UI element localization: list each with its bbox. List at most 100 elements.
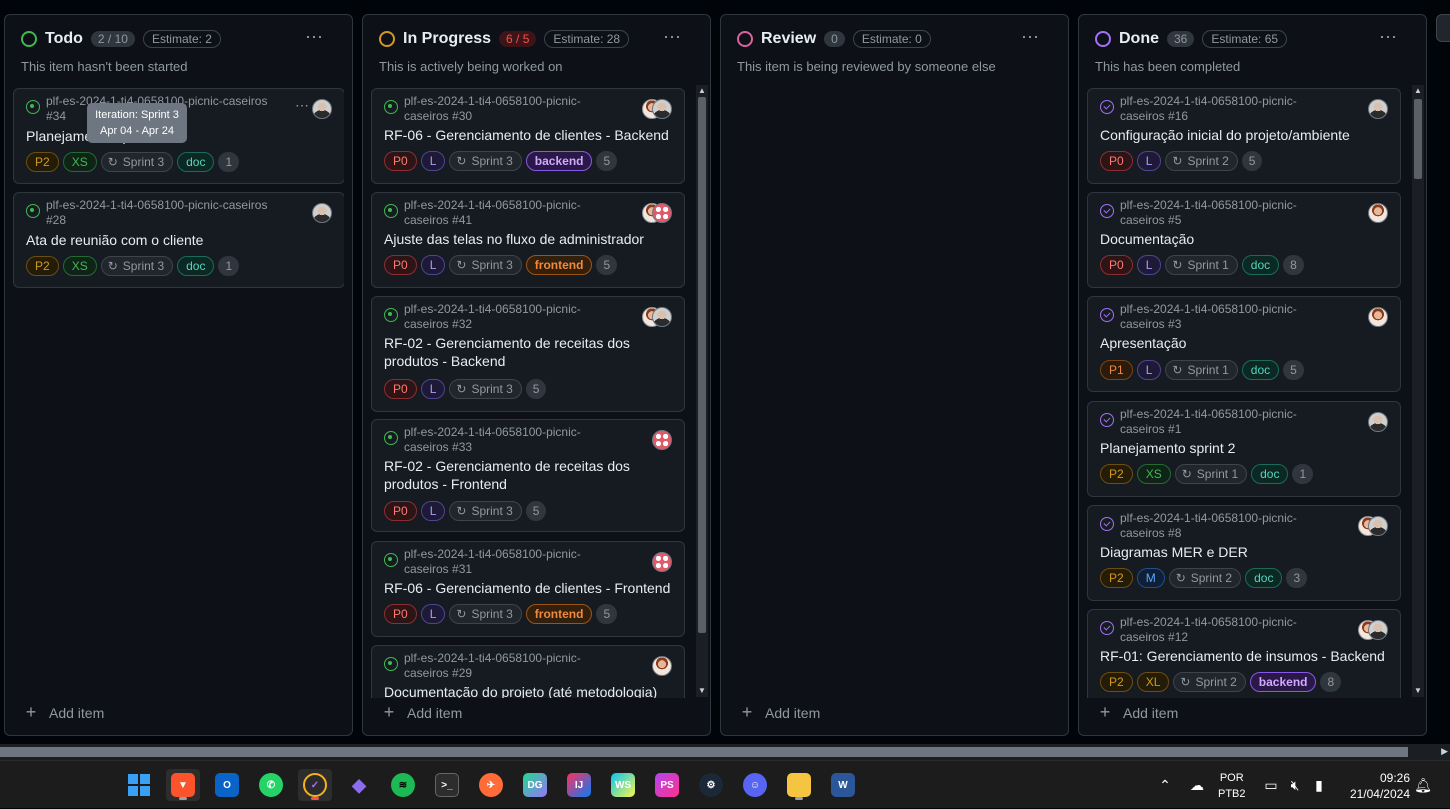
sprint-tag[interactable]: Sprint 1 <box>1165 255 1238 275</box>
cloud-icon[interactable]: ☁ <box>1188 777 1206 794</box>
scrollbar-thumb[interactable] <box>0 747 1408 757</box>
card-title[interactable]: Apresentação <box>1100 334 1400 352</box>
card-31[interactable]: plf-es-2024-1-ti4-0658100-picnic-caseiro… <box>371 541 685 637</box>
card-title[interactable]: Ajuste das telas no fluxo de administrad… <box>384 230 684 248</box>
taskbar-word[interactable]: W <box>826 769 860 801</box>
assignee-avatar[interactable] <box>652 99 672 119</box>
scroll-right-icon[interactable]: ▶ <box>1441 746 1448 757</box>
taskbar-webstorm[interactable]: WS <box>606 769 640 801</box>
sprint-tag[interactable]: Sprint 3 <box>100 256 174 276</box>
column-menu-button[interactable]: ⋯ <box>1021 27 1040 48</box>
add-item-button[interactable]: + Add item <box>739 702 821 723</box>
add-item-button[interactable]: + Add item <box>1097 702 1179 723</box>
scroll-up-icon[interactable]: ▲ <box>1413 86 1423 96</box>
taskbar-phpstorm[interactable]: PS <box>650 769 684 801</box>
sprint-tag[interactable]: Sprint 2 <box>1173 672 1246 692</box>
card-menu-button[interactable]: ⋯ <box>295 97 310 114</box>
taskbar-obsidian[interactable]: ◆ <box>342 769 376 801</box>
taskbar-steam[interactable]: ⚙ <box>694 769 728 801</box>
scroll-down-icon[interactable]: ▼ <box>1413 686 1423 696</box>
card-32[interactable]: plf-es-2024-1-ti4-0658100-picnic-caseiro… <box>371 296 685 412</box>
assignee-avatar[interactable] <box>1368 99 1388 119</box>
status-icons[interactable]: ▭ 🔇︎ ▮ <box>1262 761 1328 809</box>
input-language[interactable]: POR PTB2 <box>1218 770 1246 802</box>
clock[interactable]: 09:26 21/04/2024 <box>1350 770 1410 802</box>
taskbar-spotify[interactable]: ≋ <box>386 769 420 801</box>
taskbar-datagrip[interactable]: DG <box>518 769 552 801</box>
card-title[interactable]: Documentação <box>1100 230 1400 248</box>
card-16[interactable]: plf-es-2024-1-ti4-0658100-picnic-caseiro… <box>1087 88 1401 184</box>
assignee-avatar[interactable] <box>1368 307 1388 327</box>
add-item-button[interactable]: + Add item <box>23 702 105 723</box>
card-title[interactable]: RF-01: Gerenciamento de insumos - Backen… <box>1100 647 1400 665</box>
sprint-tag[interactable]: Sprint 1 <box>1165 360 1238 380</box>
sprint-tag[interactable]: Sprint 1 <box>1174 464 1248 484</box>
sprint-tag[interactable]: Sprint 2 <box>1165 151 1238 171</box>
add-item-button[interactable]: + Add item <box>381 702 463 723</box>
card-title[interactable]: Diagramas MER e DER <box>1100 543 1400 561</box>
sprint-tag[interactable]: Sprint 3 <box>100 152 174 172</box>
sprint-tag[interactable]: Sprint 2 <box>1168 568 1242 588</box>
column-scrollbar[interactable]: ▲ ▼ <box>696 85 708 697</box>
assignee-avatar[interactable] <box>1368 620 1388 640</box>
scroll-down-icon[interactable]: ▼ <box>697 686 707 696</box>
assignee-avatar[interactable] <box>1368 516 1388 536</box>
assignee-avatar[interactable] <box>652 656 672 676</box>
card-title[interactable]: RF-06 - Gerenciamento de clientes - Fron… <box>384 579 684 597</box>
card-29[interactable]: plf-es-2024-1-ti4-0658100-picnic-caseiro… <box>371 645 685 698</box>
card-title[interactable]: RF-06 - Gerenciamento de clientes - Back… <box>384 126 684 144</box>
chevron-up-icon[interactable]: ⌃ <box>1156 777 1174 794</box>
sprint-tag[interactable]: Sprint 3 <box>449 255 522 275</box>
next-column-button[interactable] <box>1436 14 1450 42</box>
taskbar-file-explorer[interactable] <box>782 769 816 801</box>
assignee-avatar[interactable] <box>652 552 672 572</box>
scrollbar-thumb[interactable] <box>698 97 706 633</box>
card-33[interactable]: plf-es-2024-1-ti4-0658100-picnic-caseiro… <box>371 419 685 532</box>
card-3[interactable]: plf-es-2024-1-ti4-0658100-picnic-caseiro… <box>1087 296 1401 392</box>
scrollbar-thumb[interactable] <box>1414 99 1422 179</box>
card-30[interactable]: plf-es-2024-1-ti4-0658100-picnic-caseiro… <box>371 88 685 184</box>
column-scrollbar[interactable]: ▲ ▼ <box>1412 85 1424 697</box>
card-fields: P2 XS Sprint 1 doc 1 <box>1100 464 1314 484</box>
card-8[interactable]: plf-es-2024-1-ti4-0658100-picnic-caseiro… <box>1087 505 1401 601</box>
sprint-tag[interactable]: Sprint 3 <box>449 501 522 521</box>
assignee-avatar[interactable] <box>312 203 332 223</box>
column-menu-button[interactable]: ⋯ <box>663 27 682 48</box>
card-title[interactable]: Configuração inicial do projeto/ambiente <box>1100 126 1400 144</box>
add-item-label: Add item <box>1123 704 1179 721</box>
scroll-up-icon[interactable]: ▲ <box>697 86 707 96</box>
sprint-tag[interactable]: Sprint 3 <box>449 379 522 399</box>
column-menu-button[interactable]: ⋯ <box>1379 27 1398 48</box>
assignee-avatar[interactable] <box>1368 412 1388 432</box>
card-title[interactable]: RF-02 - Gerenciamento de receitas dos pr… <box>384 457 664 493</box>
taskbar-discord[interactable]: ☺ <box>738 769 772 801</box>
taskbar-todo[interactable]: ✓ <box>298 769 332 801</box>
taskbar-brave[interactable]: ▼ <box>166 769 200 801</box>
card-28[interactable]: plf-es-2024-1-ti4-0658100-picnic-caseiro… <box>13 192 344 288</box>
sprint-tag[interactable]: Sprint 3 <box>449 151 522 171</box>
assignee-avatar[interactable] <box>652 203 672 223</box>
assignee-avatar[interactable] <box>652 307 672 327</box>
card-12[interactable]: plf-es-2024-1-ti4-0658100-picnic-caseiro… <box>1087 609 1401 698</box>
card-title[interactable]: RF-02 - Gerenciamento de receitas dos pr… <box>384 334 664 370</box>
taskbar-postman[interactable]: ✈ <box>474 769 508 801</box>
start-button[interactable] <box>122 769 156 801</box>
sprint-tag[interactable]: Sprint 3 <box>449 604 522 624</box>
taskbar-terminal[interactable]: >_ <box>430 769 464 801</box>
card-title[interactable]: Ata de reunião com o cliente <box>26 231 326 249</box>
taskbar-outlook[interactable]: O <box>210 769 244 801</box>
card-title[interactable]: Planejamento sprint 2 <box>1100 439 1400 457</box>
card-5[interactable]: plf-es-2024-1-ti4-0658100-picnic-caseiro… <box>1087 192 1401 288</box>
card-title[interactable]: Documentação do projeto (até metodologia… <box>384 683 684 698</box>
assignee-avatar[interactable] <box>1368 203 1388 223</box>
assignee-avatar[interactable] <box>312 99 332 119</box>
board-horizontal-scrollbar[interactable]: ▶ <box>0 744 1450 760</box>
taskbar-whatsapp[interactable]: ✆ <box>254 769 288 801</box>
assignee-avatar[interactable] <box>652 430 672 450</box>
taskbar-intellij[interactable]: IJ <box>562 769 596 801</box>
card-41[interactable]: plf-es-2024-1-ti4-0658100-picnic-caseiro… <box>371 192 685 288</box>
column-menu-button[interactable]: ⋯ <box>305 27 324 48</box>
issue-number: caseiros #12 <box>1120 630 1189 644</box>
notification-button[interactable]: 🔔︎ <box>1414 761 1432 809</box>
card-1[interactable]: plf-es-2024-1-ti4-0658100-picnic-caseiro… <box>1087 401 1401 497</box>
